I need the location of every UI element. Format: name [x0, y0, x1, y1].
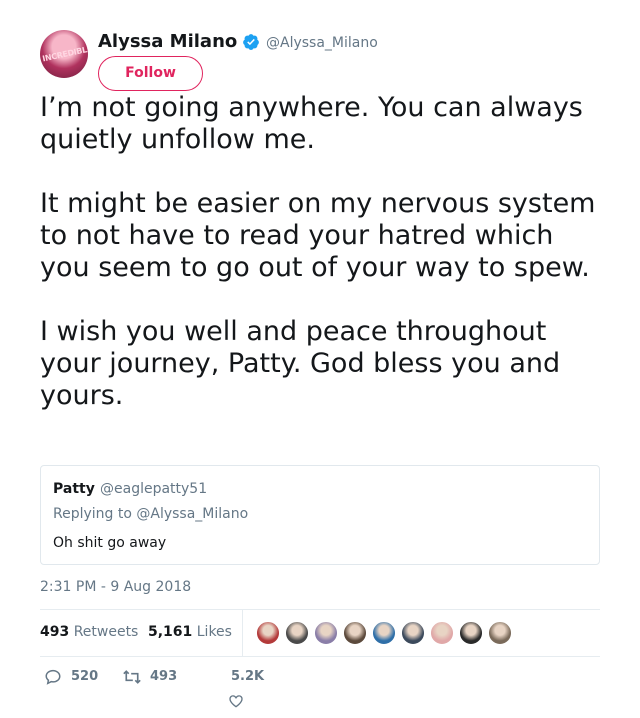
- liker-avatar[interactable]: [487, 620, 513, 646]
- tweet-page: INCREDIBLES Alyssa Milano @Alyssa_Milano…: [0, 0, 640, 718]
- liker-avatar[interactable]: [255, 620, 281, 646]
- quoted-author-handle: @eaglepatty51: [100, 481, 208, 497]
- quoted-tweet[interactable]: Patty @eaglepatty51 Replying to @Alyssa_…: [40, 465, 600, 565]
- follow-button[interactable]: Follow: [98, 56, 203, 91]
- stats-top-divider: [40, 609, 600, 610]
- likes-label: Likes: [196, 624, 232, 640]
- retweets-count: 493: [40, 624, 70, 640]
- liker-avatar[interactable]: [429, 620, 455, 646]
- retweet-icon: [123, 670, 141, 684]
- retweets-label: Retweets: [73, 624, 139, 640]
- heart-icon: [229, 695, 243, 708]
- quoted-tweet-text: Oh shit go away: [53, 535, 167, 551]
- author-name[interactable]: Alyssa Milano: [98, 31, 237, 52]
- quoted-replying-to: Replying to @Alyssa_Milano: [53, 506, 249, 522]
- liker-avatar[interactable]: [371, 620, 397, 646]
- reply-count: 520: [71, 669, 99, 684]
- stats-bottom-divider: [40, 656, 600, 657]
- liker-avatar[interactable]: [284, 620, 310, 646]
- author-avatar[interactable]: INCREDIBLES: [40, 30, 88, 78]
- liker-avatar[interactable]: [342, 620, 368, 646]
- tweet-timestamp[interactable]: 2:31 PM - 9 Aug 2018: [40, 579, 191, 595]
- author-handle[interactable]: @Alyssa_Milano: [266, 35, 378, 51]
- reply-icon: [45, 669, 61, 685]
- tweet-text: I’m not going anywhere. You can always q…: [40, 92, 596, 411]
- liker-avatar[interactable]: [458, 620, 484, 646]
- liker-avatar[interactable]: [313, 620, 339, 646]
- like-count: 5.2K: [231, 669, 265, 684]
- likes-count: 5,161: [148, 624, 193, 640]
- liker-avatar[interactable]: [400, 620, 426, 646]
- likes-stat[interactable]: 5,161 Likes: [148, 624, 232, 640]
- quoted-author-name: Patty: [53, 481, 95, 497]
- retweet-count: 493: [150, 669, 178, 684]
- retweets-stat[interactable]: 493 Retweets: [40, 624, 138, 640]
- avatar-badge-text: INCREDIBLES: [41, 43, 88, 64]
- stats-vertical-divider: [242, 610, 243, 656]
- verified-badge-icon: [243, 34, 259, 50]
